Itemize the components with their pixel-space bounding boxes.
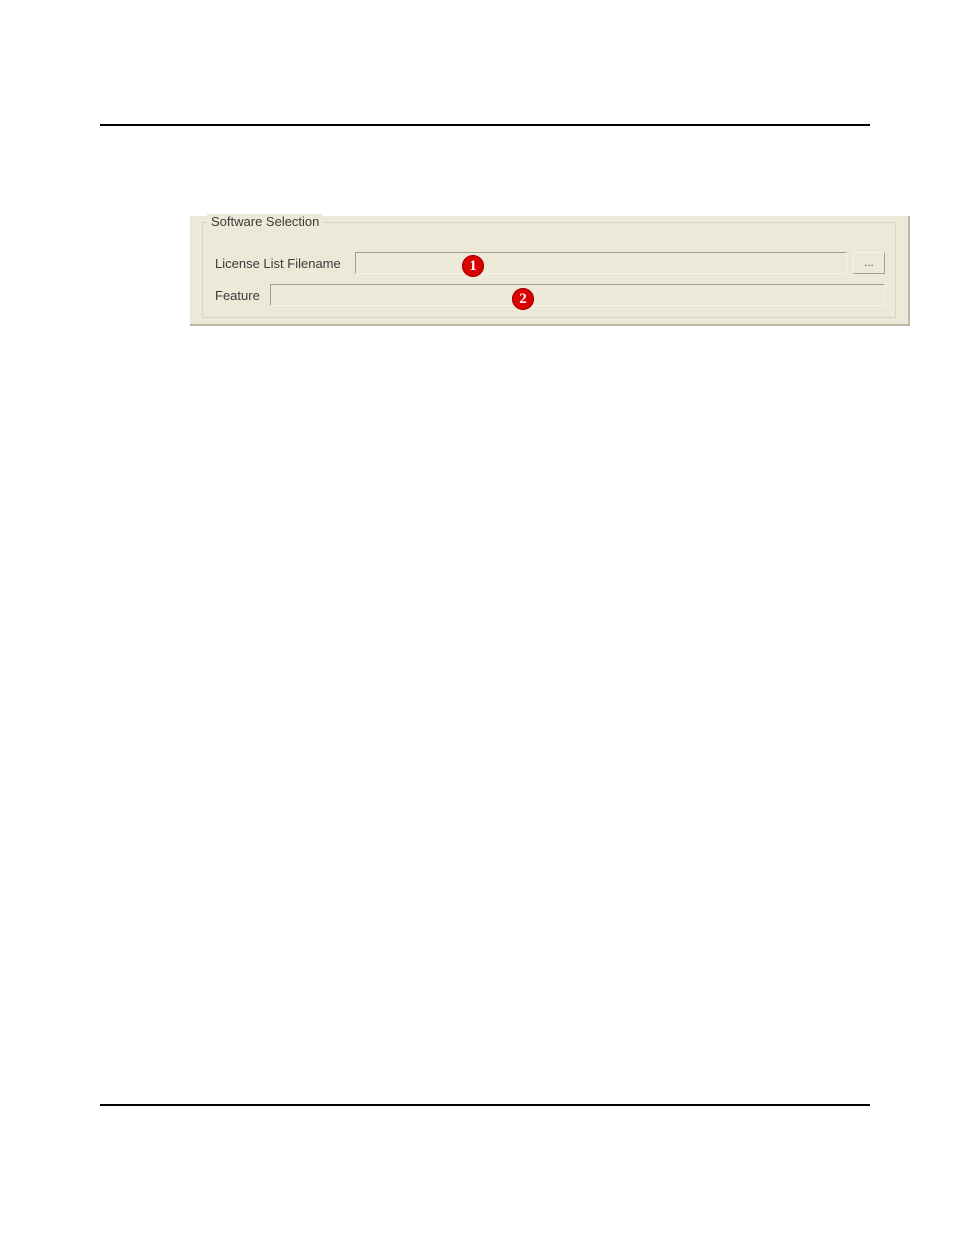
feature-input[interactable]: [270, 284, 885, 306]
feature-label: Feature: [213, 288, 270, 303]
callout-badge-two: 2: [512, 288, 534, 310]
feature-row: Feature: [213, 283, 885, 307]
software-selection-groupbox: Software Selection License List Filename…: [202, 222, 896, 318]
browse-button[interactable]: ...: [853, 252, 885, 274]
software-selection-panel: Software Selection License List Filename…: [190, 216, 910, 326]
groupbox-title: Software Selection: [207, 214, 323, 229]
license-list-filename-input[interactable]: [355, 252, 847, 274]
footer-rule: [100, 1104, 870, 1106]
license-row: License List Filename ...: [213, 251, 885, 275]
header-rule: [100, 124, 870, 126]
license-list-filename-label: License List Filename: [213, 256, 355, 271]
callout-badge-one: 1: [462, 255, 484, 277]
